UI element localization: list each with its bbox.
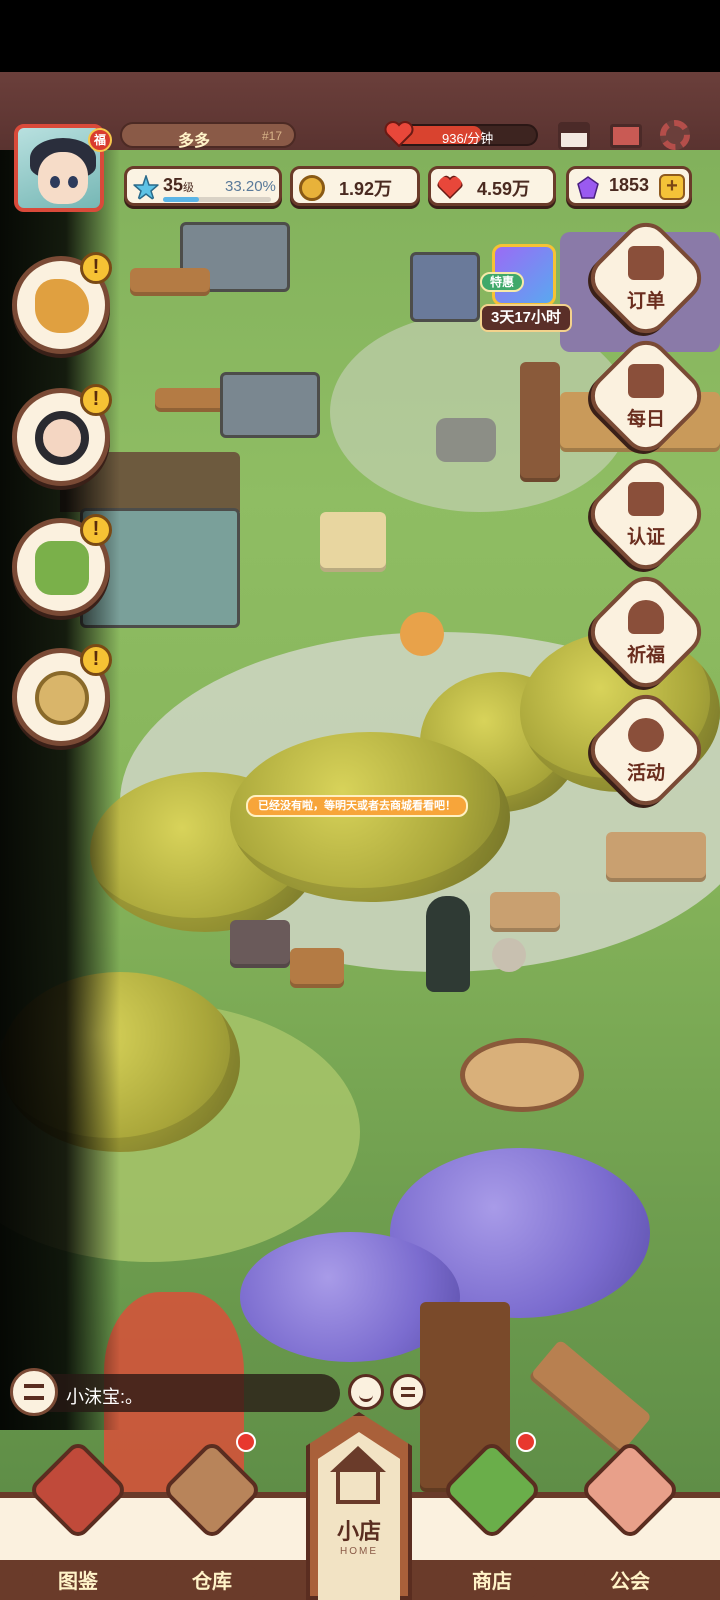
order-icon <box>628 246 664 280</box>
nav-shop[interactable]: 商店 <box>436 1439 546 1598</box>
daily-label: 每日 <box>626 409 665 430</box>
nav-collection-label: 图鉴 <box>32 1566 124 1598</box>
level-stat[interactable]: 35级 33.20% <box>124 166 282 206</box>
event-icon <box>628 718 664 752</box>
notice-board[interactable] <box>320 512 386 572</box>
log-pile <box>130 268 210 296</box>
calendar-icon[interactable] <box>558 122 590 150</box>
avatar-eye <box>50 176 60 188</box>
trampoline-platform[interactable] <box>460 1038 584 1112</box>
coins-value: 1.92万 <box>339 179 393 199</box>
gift-timer: 3天17小时 <box>480 304 572 332</box>
event-label: 活动 <box>626 763 665 784</box>
order-label: 订单 <box>626 291 665 312</box>
status-bar-area <box>0 0 720 72</box>
special-offer-gift[interactable]: 特惠 <box>478 238 574 314</box>
speech-line <box>401 1387 415 1390</box>
alert-icon: ! <box>80 252 112 284</box>
player-name: 多多 <box>178 133 211 150</box>
level-progress-bar <box>163 197 271 202</box>
tree-stump <box>606 832 706 882</box>
mail-icon[interactable] <box>610 124 642 148</box>
warehouse-notification-dot <box>236 1432 256 1452</box>
coins-stat[interactable]: 1.92万 <box>290 166 420 206</box>
id-card-icon <box>628 482 664 516</box>
island-icon <box>35 541 89 595</box>
add-gems-button[interactable]: + <box>659 174 685 200</box>
daily-icon <box>628 364 664 398</box>
gear-icon[interactable] <box>660 120 690 150</box>
daily-button[interactable]: 每日 <box>600 350 692 442</box>
certify-button[interactable]: 认证 <box>600 468 692 560</box>
heart-icon <box>384 121 414 148</box>
fish-trap-icon <box>35 671 89 725</box>
player-name-bar[interactable]: 多多 #17 <box>120 122 296 150</box>
pray-icon <box>628 600 664 634</box>
alert-icon: ! <box>80 644 112 676</box>
wooden-barrel <box>290 948 344 988</box>
pray-label: 祈福 <box>626 645 665 666</box>
nav-collection[interactable]: 图鉴 <box>22 1439 132 1598</box>
alert-icon: ! <box>80 514 112 546</box>
guild-friends-icon <box>579 1439 681 1541</box>
gems-value: 1853 <box>609 175 650 195</box>
pray-button[interactable]: 祈福 <box>600 586 692 678</box>
warehouse-box-icon <box>161 1439 263 1541</box>
level-progress-fill <box>163 197 199 202</box>
certify-label: 认证 <box>626 527 665 548</box>
speech-line <box>401 1394 415 1397</box>
pet-hamster[interactable] <box>492 938 526 972</box>
coin-icon <box>299 175 325 201</box>
shop-stall-icon <box>441 1439 543 1541</box>
nav-home-label: 小店 <box>336 1519 381 1544</box>
nav-guild[interactable]: 公会 <box>574 1439 684 1598</box>
nav-guild-label: 公会 <box>584 1566 676 1598</box>
level-progress-text: 33.20% <box>225 178 276 195</box>
shiba-dog[interactable] <box>400 612 444 656</box>
heart-icon <box>437 175 463 200</box>
chat-icon[interactable] <box>10 1368 58 1416</box>
fortune-badge: 福 <box>88 128 112 152</box>
gems-stat[interactable]: 1853 + <box>566 166 692 206</box>
speech-icon[interactable] <box>390 1374 426 1410</box>
shop-notification-dot <box>516 1432 536 1452</box>
npc-portrait-icon <box>35 411 89 465</box>
croissant-icon <box>35 279 89 333</box>
player-character[interactable] <box>426 896 470 992</box>
crafting-station[interactable] <box>220 372 320 438</box>
player-id-tag: #17 <box>261 129 282 143</box>
mailbox-post[interactable] <box>520 362 560 482</box>
gift-tag: 特惠 <box>480 272 524 292</box>
nav-shop-label: 商店 <box>446 1566 538 1598</box>
alert-icon: ! <box>80 384 112 416</box>
energy-rate: 936/分钟 <box>442 131 494 146</box>
star-icon <box>133 175 159 201</box>
hearts-value: 4.59万 <box>477 179 531 199</box>
nav-home-sublabel: HOME <box>340 1546 378 1557</box>
level-value: 35 <box>163 175 184 195</box>
order-button[interactable]: 订单 <box>600 232 692 324</box>
house-icon <box>336 1468 380 1504</box>
treasure-chest[interactable] <box>230 920 290 968</box>
event-button[interactable]: 活动 <box>600 704 692 796</box>
chat-lines-icon <box>24 1384 44 1400</box>
chat-message: 小沫宝:。 <box>66 1387 144 1407</box>
stone-pot <box>436 418 496 462</box>
avatar-eye <box>68 176 78 188</box>
npc-speech-bubble: 已经没有啦，等明天或者去商城看看吧！ <box>246 795 468 817</box>
hearts-stat[interactable]: 4.59万 <box>428 166 556 206</box>
nav-warehouse[interactable]: 仓库 <box>156 1439 266 1598</box>
book-icon <box>27 1439 129 1541</box>
emoji-icon[interactable] <box>348 1374 384 1410</box>
level-unit: 级 <box>183 182 195 194</box>
nav-warehouse-label: 仓库 <box>166 1566 258 1598</box>
gem-icon <box>577 176 599 199</box>
tree-canopy <box>230 732 510 902</box>
machine-building[interactable] <box>410 252 480 322</box>
chat-bar[interactable] <box>10 1374 340 1412</box>
tree-stump <box>490 892 560 932</box>
wooden-plank <box>527 1339 653 1455</box>
avatar-face <box>38 152 88 204</box>
